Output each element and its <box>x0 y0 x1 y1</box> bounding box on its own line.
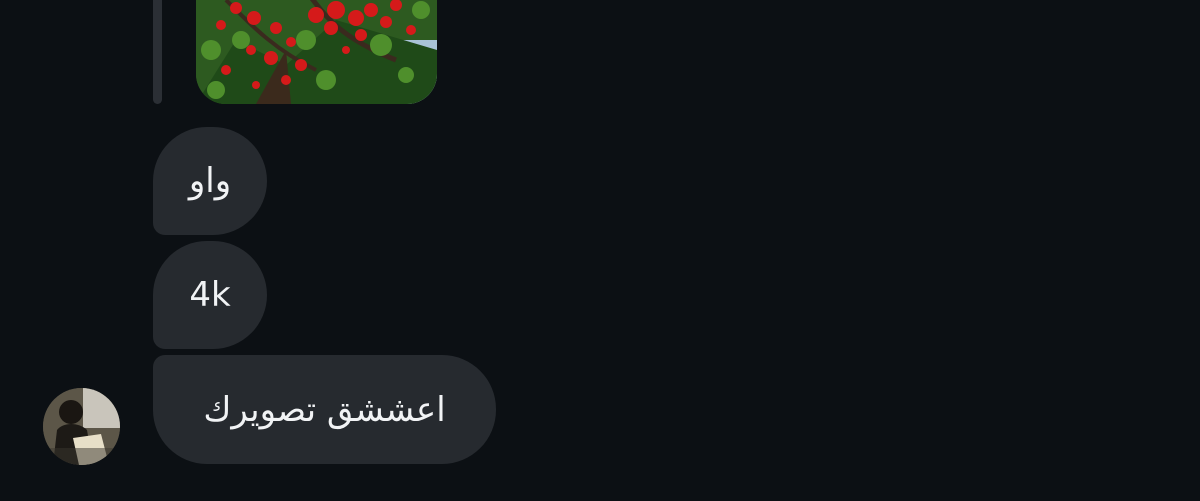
message-bubble[interactable]: 4k <box>153 241 267 349</box>
flowering-tree-image <box>196 0 437 104</box>
message-text: واو <box>188 161 232 201</box>
message-bubble[interactable]: اعششق تصويرك <box>153 355 496 464</box>
avatar-icon <box>43 388 120 465</box>
message-thread: واو 4k اعششق تصويرك <box>0 0 1200 501</box>
message-bubble[interactable]: واو <box>153 127 267 235</box>
sender-avatar[interactable] <box>43 388 120 465</box>
reply-indicator-bar <box>153 0 162 104</box>
message-text: 4k <box>189 275 231 315</box>
shared-photo[interactable] <box>196 0 437 104</box>
message-text: اعششق تصويرك <box>203 389 446 430</box>
